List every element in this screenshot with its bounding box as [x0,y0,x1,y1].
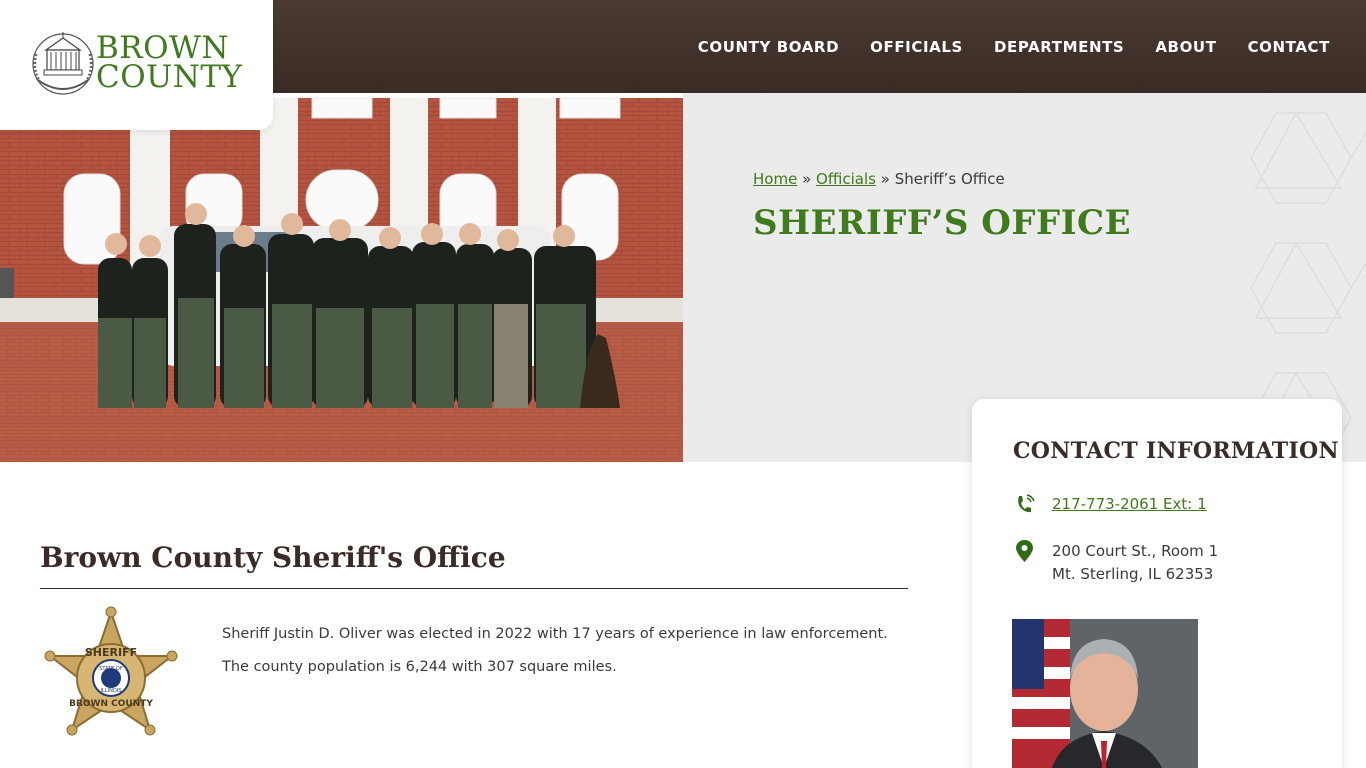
badge-bottom-text: BROWN COUNTY [69,699,153,709]
brand-line-2: COUNTY [96,59,243,95]
nav-about[interactable]: ABOUT [1155,38,1216,56]
body-paragraph: Sheriff Justin D. Oliver was elected in … [222,626,888,642]
nav-officials[interactable]: OFFICIALS [870,38,963,56]
hero-image [0,98,683,462]
breadcrumb-current: Sheriff’s Office [894,170,1005,188]
body-paragraph: The county population is 6,244 with 307 … [222,659,617,675]
nav-departments[interactable]: DEPARTMENTS [994,38,1124,56]
badge-center-bottom-text: ILLINOIS [101,688,122,694]
courthouse-emblem-icon [32,32,94,95]
address-line-2: Mt. Sterling, IL 62353 [1052,565,1214,583]
phone-link[interactable]: 217-773-2061 Ext: 1 [1052,495,1207,513]
phone-icon [1018,494,1035,513]
page-title: SHERIFF’S OFFICE [753,203,1132,243]
badge-center-top-text: STATE OF [99,666,123,672]
sheriff-star-badge-icon: SHERIFF BROWN COUNTY STATE OF ILLINOIS [44,606,178,736]
main-nav: COUNTY BOARD OFFICIALS DEPARTMENTS ABOUT… [698,0,1330,93]
section-divider [40,588,908,589]
brand-wordmark: BROWN COUNTY [96,33,243,95]
nav-contact[interactable]: CONTACT [1248,38,1330,56]
contact-title: CONTACT INFORMATION [1013,438,1339,464]
nav-county-board[interactable]: COUNTY BOARD [698,38,839,56]
section-title: Brown County Sheriff's Office [40,541,506,574]
site-logo[interactable]: BROWN COUNTY [0,0,273,130]
badge-top-text: SHERIFF [85,646,137,659]
sheriff-portrait-image [1012,619,1198,768]
breadcrumb-separator: » [802,170,812,188]
map-pin-icon [1016,540,1033,562]
breadcrumb-officials-link[interactable]: Officials [816,170,876,188]
contact-address: 200 Court St., Room 1 Mt. Sterling, IL 6… [1052,540,1218,586]
breadcrumb-home-link[interactable]: Home [753,170,797,188]
address-line-1: 200 Court St., Room 1 [1052,542,1219,560]
sheriff-portrait [1012,619,1198,768]
breadcrumb: Home » Officials » Sheriff’s Office [753,170,1005,188]
sheriff-staff-photo [0,98,683,462]
breadcrumb-separator: » [880,170,890,188]
